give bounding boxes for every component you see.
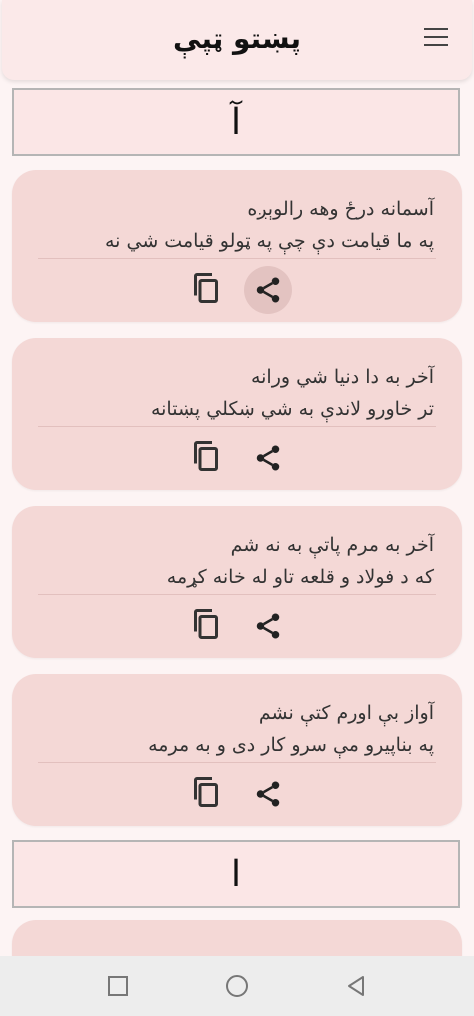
divider bbox=[38, 426, 436, 427]
copy-button[interactable] bbox=[188, 774, 224, 810]
verse-line: آسمانه درځ وهه رالوېږه bbox=[247, 198, 434, 220]
share-button[interactable] bbox=[244, 602, 292, 650]
circle-icon bbox=[226, 975, 248, 997]
divider bbox=[38, 258, 436, 259]
share-icon bbox=[256, 277, 280, 303]
copy-button[interactable] bbox=[188, 438, 224, 474]
verse-line: تر خاورو لاندې به شي ښکلي پښتانه bbox=[150, 398, 434, 420]
divider bbox=[38, 594, 436, 595]
share-icon bbox=[256, 613, 280, 639]
back-triangle-icon bbox=[348, 976, 364, 996]
recent-apps-button[interactable] bbox=[104, 972, 132, 1000]
verse-line: په بناپيرو مې سرو کار دی و به مرمه bbox=[148, 734, 434, 756]
share-icon bbox=[256, 781, 280, 807]
section-header: آ bbox=[12, 88, 460, 156]
verse-line: آخر به مرم پاتې به نه شم bbox=[230, 534, 434, 556]
verse-line: په ما قيامت دې چې په ټولو قيامت شي نه bbox=[104, 230, 434, 252]
verse-line: آواز بې اورم کتې نشم bbox=[258, 702, 434, 724]
verse-card: آخر به دا دنيا شي ورانه تر خاورو لاندې ب… bbox=[12, 338, 462, 490]
system-navigation-bar bbox=[0, 956, 474, 1016]
copy-icon bbox=[194, 609, 218, 639]
share-button[interactable] bbox=[244, 266, 292, 314]
share-button[interactable] bbox=[244, 434, 292, 482]
copy-icon bbox=[194, 441, 218, 471]
app-bar: پښتو ټپې bbox=[2, 0, 472, 80]
verse-card: آواز بې اورم کتې نشم په بناپيرو مې سرو ک… bbox=[12, 674, 462, 826]
home-button[interactable] bbox=[223, 972, 251, 1000]
square-icon bbox=[108, 976, 128, 996]
copy-icon bbox=[194, 777, 218, 807]
menu-icon[interactable] bbox=[424, 28, 448, 48]
back-button[interactable] bbox=[342, 972, 370, 1000]
section-header: ا bbox=[12, 840, 460, 908]
copy-button[interactable] bbox=[188, 270, 224, 306]
verse-card: آخر به مرم پاتې به نه شم که د فولاد و قل… bbox=[12, 506, 462, 658]
divider bbox=[38, 762, 436, 763]
verse-line: که د فولاد و قلعه تاو له خانه کړمه bbox=[166, 566, 434, 588]
verse-line: آخر به دا دنيا شي ورانه bbox=[250, 366, 434, 388]
share-icon bbox=[256, 445, 280, 471]
share-button[interactable] bbox=[244, 770, 292, 818]
verse-card: آسمانه درځ وهه رالوېږه په ما قيامت دې چې… bbox=[12, 170, 462, 322]
copy-button[interactable] bbox=[188, 606, 224, 642]
app-title: پښتو ټپې bbox=[172, 22, 301, 55]
copy-icon bbox=[194, 273, 218, 303]
